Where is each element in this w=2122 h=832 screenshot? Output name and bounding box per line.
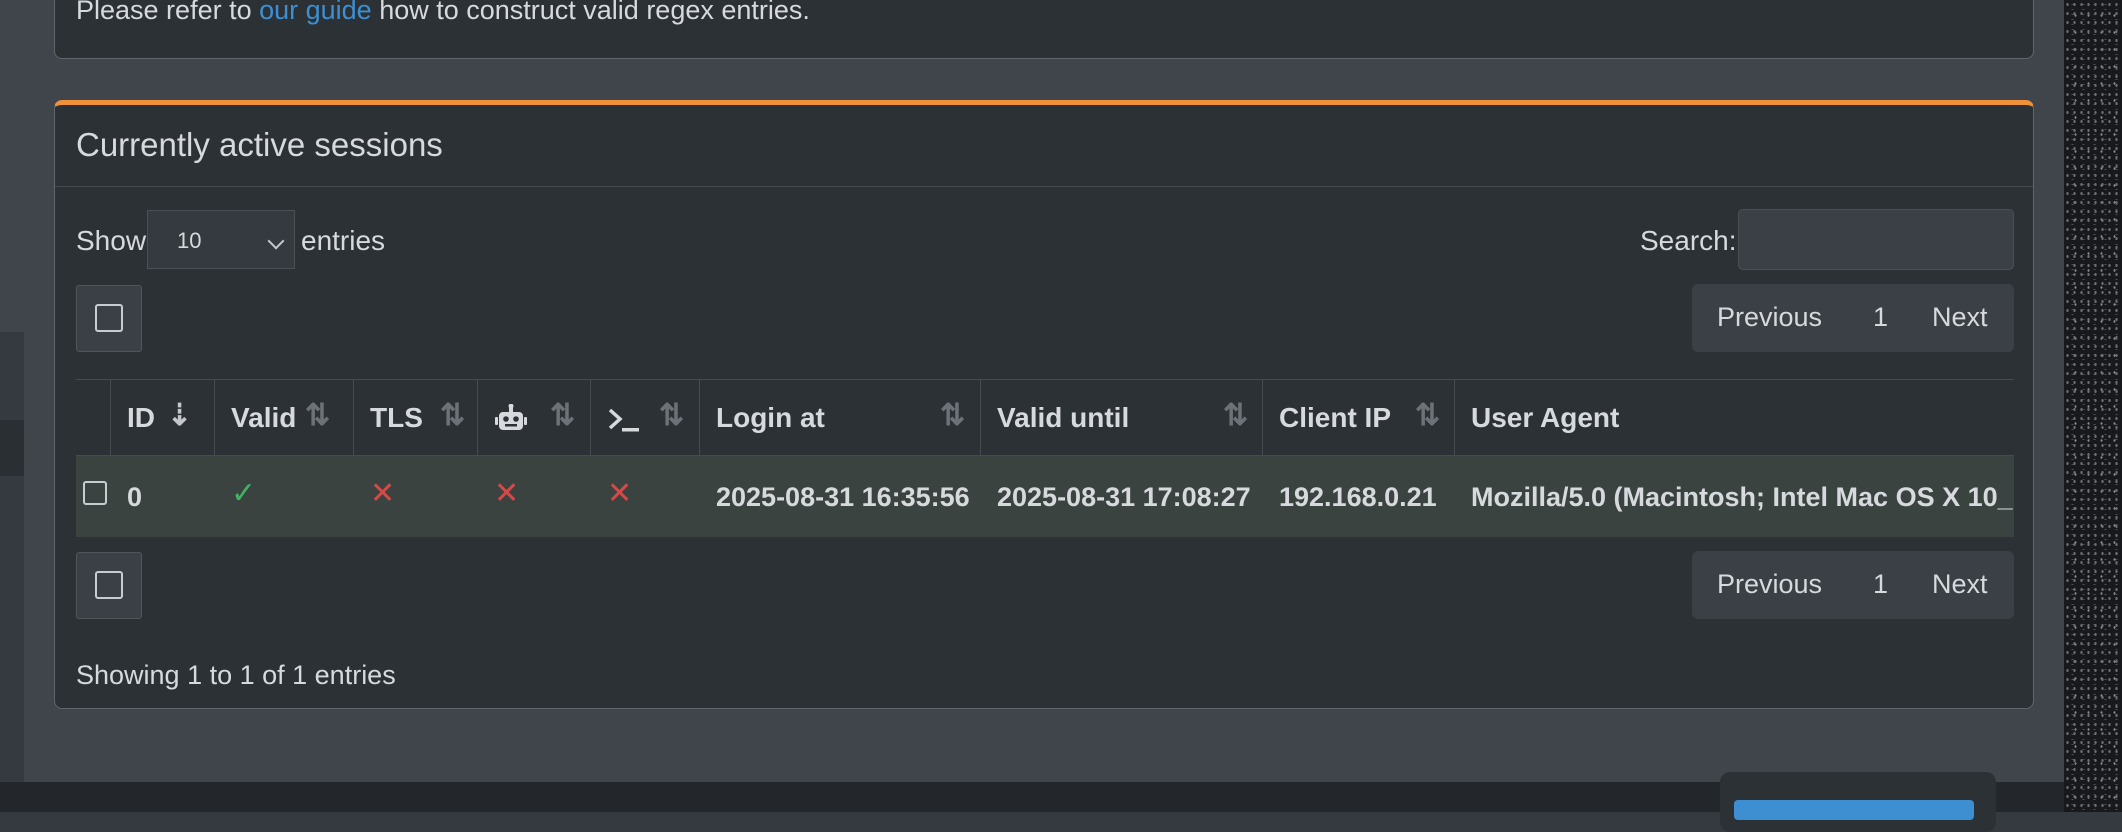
- column-bot[interactable]: ⇅: [478, 380, 591, 456]
- sort-icon: ⇅: [659, 399, 685, 432]
- cross-icon: ✕: [607, 477, 633, 510]
- previous-button[interactable]: Previous: [1717, 302, 1822, 333]
- search-input[interactable]: [1738, 209, 2014, 270]
- pagination-top: Previous 1 Next: [1692, 284, 2014, 352]
- cross-icon: ✕: [370, 477, 396, 510]
- column-select: [76, 380, 111, 456]
- sort-icon: ⇅: [940, 399, 966, 432]
- cell-valid-until: 2025-08-31 17:08:27: [997, 482, 1251, 512]
- column-user-agent[interactable]: User Agent: [1455, 380, 2014, 456]
- table-row[interactable]: 0 ✓ ✕ ✕ ✕ 2025-08-31 16:35:56 2025-08-31…: [76, 456, 2014, 537]
- column-id[interactable]: ID ⇣: [111, 380, 215, 456]
- card-title: Currently active sessions: [76, 126, 443, 163]
- sort-ascending-icon: ⇣: [167, 399, 193, 432]
- checkbox-icon: [95, 304, 123, 332]
- table-info: Showing 1 to 1 of 1 entries: [76, 660, 396, 690]
- primary-button[interactable]: [1734, 800, 1974, 820]
- table-header: ID ⇣ Valid ⇅ TLS ⇅ ⇅ ⇅ Login at ⇅ Valid …: [76, 379, 2014, 456]
- row-checkbox[interactable]: [83, 481, 107, 505]
- select-all-button-bottom[interactable]: [76, 552, 142, 619]
- sidebar-active-item[interactable]: [0, 420, 24, 476]
- sort-icon: ⇅: [440, 399, 466, 432]
- next-button[interactable]: Next: [1932, 569, 1988, 600]
- sessions-table: ID ⇣ Valid ⇅ TLS ⇅ ⇅ ⇅ Login at ⇅ Valid …: [76, 379, 2014, 537]
- sidebar-shade: [0, 0, 24, 332]
- sort-icon: ⇅: [1223, 399, 1249, 432]
- page-size-value: 10: [177, 228, 202, 253]
- background-pattern: [2064, 0, 2122, 812]
- entries-label: entries: [301, 225, 386, 256]
- previous-button[interactable]: Previous: [1717, 569, 1822, 600]
- select-all-button-top[interactable]: [76, 285, 142, 352]
- terminal-icon: [607, 402, 641, 441]
- checkbox-icon: [95, 571, 123, 599]
- robot-icon: [494, 402, 528, 441]
- column-tls[interactable]: TLS ⇅: [354, 380, 478, 456]
- chevron-down-icon: [267, 232, 285, 250]
- sort-icon: ⇅: [550, 399, 576, 432]
- regex-info-card: Please refer to our guide how to constru…: [54, 0, 2034, 59]
- column-cli[interactable]: ⇅: [591, 380, 700, 456]
- cell-client-ip: 192.168.0.21: [1279, 482, 1437, 512]
- guide-link[interactable]: our guide: [259, 0, 372, 25]
- show-label: Show: [76, 225, 147, 256]
- cell-user-agent: Mozilla/5.0 (Macintosh; Intel Mac OS X 1…: [1471, 482, 2014, 512]
- column-valid-until[interactable]: Valid until ⇅: [981, 380, 1263, 456]
- column-client-ip[interactable]: Client IP ⇅: [1263, 380, 1455, 456]
- card-header: Currently active sessions: [55, 105, 2033, 187]
- cell-login-at: 2025-08-31 16:35:56: [716, 482, 970, 512]
- page-button-1[interactable]: 1: [1873, 302, 1888, 333]
- sort-icon: ⇅: [305, 399, 331, 432]
- bottom-action-card: [1720, 772, 1996, 832]
- next-button[interactable]: Next: [1932, 302, 1988, 333]
- cell-id: 0: [127, 482, 143, 512]
- column-login-at[interactable]: Login at ⇅: [700, 380, 981, 456]
- regex-note: Please refer to our guide how to constru…: [76, 0, 810, 26]
- check-icon: ✓: [231, 477, 257, 510]
- sidebar-edge: [0, 0, 24, 812]
- page-size-select[interactable]: 10: [147, 210, 295, 269]
- search-label: Search:: [1640, 225, 1737, 256]
- pagination-bottom: Previous 1 Next: [1692, 551, 2014, 619]
- cross-icon: ✕: [494, 477, 520, 510]
- sessions-card: Currently active sessions Show 10 entrie…: [54, 100, 2034, 709]
- column-valid[interactable]: Valid ⇅: [215, 380, 354, 456]
- sort-icon: ⇅: [1415, 399, 1441, 432]
- page-button-1[interactable]: 1: [1873, 569, 1888, 600]
